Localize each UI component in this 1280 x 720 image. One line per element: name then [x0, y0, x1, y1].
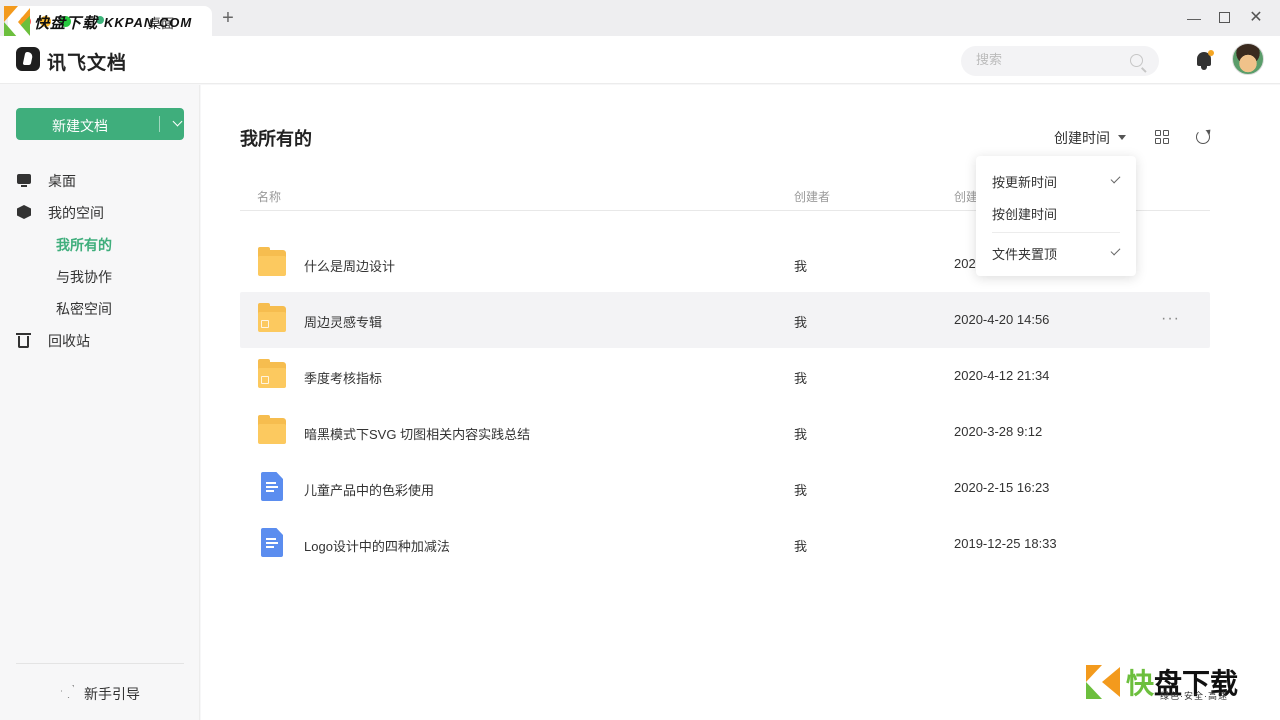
- column-header-name[interactable]: 名称: [257, 188, 281, 205]
- desktop-icon: [17, 174, 31, 187]
- file-name: 周边灵感专辑: [304, 315, 383, 330]
- file-date: 2020-2-15 16:23: [954, 480, 1050, 495]
- sidebar-item-my-all[interactable]: 我所有的: [0, 228, 200, 260]
- maximize-window-dot[interactable]: [60, 16, 71, 27]
- sidebar-item-label: 我所有的: [56, 237, 112, 253]
- notification-dot: [1208, 50, 1214, 56]
- sidebar-item-shared-with-me[interactable]: 与我协作: [0, 260, 200, 292]
- file-name: 暗黑模式下SVG 切图相关内容实践总结: [304, 427, 531, 442]
- file-date: 2020-4-20 14:56: [954, 312, 1050, 327]
- file-name: 什么是周边设计: [304, 259, 396, 274]
- shared-folder-icon: [258, 359, 286, 388]
- minimize-window-dot[interactable]: [40, 16, 51, 27]
- sidebar-item-label: 回收站: [48, 333, 90, 349]
- close-window-dot[interactable]: [20, 16, 31, 27]
- table-row[interactable]: 暗黑模式下SVG 切图相关内容实践总结 我 2020-3-28 9:12: [240, 404, 1210, 460]
- new-document-button[interactable]: 新建文档: [16, 108, 184, 140]
- trash-icon: [16, 333, 31, 348]
- file-creator: 我: [794, 259, 808, 274]
- tab-bar: 桌面 + — ✕: [0, 0, 1280, 36]
- sort-menu: 按更新时间 按创建时间 文件夹置顶: [976, 156, 1136, 276]
- table-row[interactable]: 儿童产品中的色彩使用 我 2020-2-15 16:23: [240, 460, 1210, 516]
- sort-by-update-time[interactable]: 按更新时间: [976, 165, 1136, 195]
- new-document-label: 新建文档: [52, 118, 108, 134]
- table-row[interactable]: 周边灵感专辑 我 2020-4-20 14:56 ···: [240, 292, 1210, 348]
- tab-desktop[interactable]: 桌面: [8, 6, 212, 36]
- folder-icon: [258, 415, 286, 444]
- search-box[interactable]: [961, 46, 1159, 76]
- sidebar-item-label: 与我协作: [56, 269, 112, 285]
- sort-by-create-time[interactable]: 按创建时间: [976, 197, 1136, 227]
- file-name: 季度考核指标: [304, 371, 383, 386]
- button-divider: [159, 116, 160, 132]
- search-input[interactable]: [976, 52, 1126, 67]
- new-tab-button[interactable]: +: [219, 8, 237, 28]
- paper-plane-icon: [61, 685, 74, 698]
- file-date: 2020-4-12 21:34: [954, 368, 1050, 383]
- caret-down-icon[interactable]: [1118, 135, 1126, 140]
- menu-item-label: 按创建时间: [992, 207, 1058, 222]
- document-icon: [261, 472, 283, 501]
- chevron-down-icon[interactable]: [172, 116, 183, 127]
- sidebar-item-my-space[interactable]: 我的空间: [0, 196, 200, 228]
- page-title: 我所有的: [240, 129, 312, 149]
- sidebar-item-private-space[interactable]: 私密空间: [0, 292, 200, 324]
- more-options-icon[interactable]: ···: [1161, 310, 1180, 328]
- avatar[interactable]: [1232, 43, 1264, 75]
- close-button[interactable]: ✕: [1246, 8, 1266, 28]
- menu-item-label: 文件夹置顶: [992, 247, 1058, 262]
- file-creator: 我: [794, 539, 808, 554]
- sidebar-item-desktop[interactable]: 桌面: [0, 164, 200, 196]
- sidebar-item-label: 桌面: [48, 173, 76, 189]
- file-name: 儿童产品中的色彩使用: [304, 483, 435, 498]
- grid-view-icon[interactable]: [1155, 130, 1169, 144]
- app-logo-icon: [16, 47, 40, 71]
- notification-bell-icon[interactable]: [1195, 50, 1214, 70]
- file-creator: 我: [794, 483, 808, 498]
- sidebar-item-label: 私密空间: [56, 301, 112, 317]
- file-date: 2020-3-28 9:12: [954, 424, 1043, 439]
- table-row[interactable]: 季度考核指标 我 2020-4-12 21:34: [240, 348, 1210, 404]
- menu-item-label: 按更新时间: [992, 175, 1058, 190]
- file-creator: 我: [794, 371, 808, 386]
- sort-dropdown[interactable]: 创建时间: [1054, 128, 1110, 148]
- sidebar-item-label: 我的空间: [48, 205, 104, 221]
- maximize-button[interactable]: [1214, 8, 1234, 28]
- menu-divider: [992, 232, 1120, 233]
- app-header: 讯飞文档: [0, 36, 1280, 84]
- file-date: 2019-12-25 18:33: [954, 536, 1057, 551]
- column-header-creator[interactable]: 创建者: [794, 188, 830, 205]
- guide-label: 新手引导: [84, 686, 140, 702]
- file-creator: 我: [794, 427, 808, 442]
- beginner-guide-link[interactable]: 新手引导: [0, 682, 200, 706]
- tab-title: 桌面: [148, 16, 175, 31]
- table-row[interactable]: Logo设计中的四种加减法 我 2019-12-25 18:33: [240, 516, 1210, 572]
- folders-on-top-toggle[interactable]: 文件夹置顶: [976, 237, 1136, 267]
- tab-status-dot: [96, 16, 104, 24]
- shared-folder-icon: [258, 303, 286, 332]
- cube-icon: [17, 205, 31, 219]
- refresh-icon[interactable]: [1196, 130, 1210, 144]
- sidebar-item-trash[interactable]: 回收站: [0, 324, 200, 356]
- file-name: Logo设计中的四种加减法: [304, 539, 450, 554]
- app-name: 讯飞文档: [47, 53, 128, 74]
- document-icon: [261, 528, 283, 557]
- sidebar: 新建文档 桌面 我的空间 我所有的 与我协作 私密空间 回收站 新手引导: [0, 85, 200, 720]
- column-header-date[interactable]: 创建: [954, 188, 978, 205]
- checkmark-icon: [1110, 245, 1121, 256]
- sidebar-divider: [16, 663, 184, 664]
- file-creator: 我: [794, 315, 808, 330]
- minimize-button[interactable]: —: [1184, 8, 1204, 28]
- folder-icon: [258, 247, 286, 276]
- search-icon[interactable]: [1130, 54, 1143, 67]
- checkmark-icon: [1110, 173, 1121, 184]
